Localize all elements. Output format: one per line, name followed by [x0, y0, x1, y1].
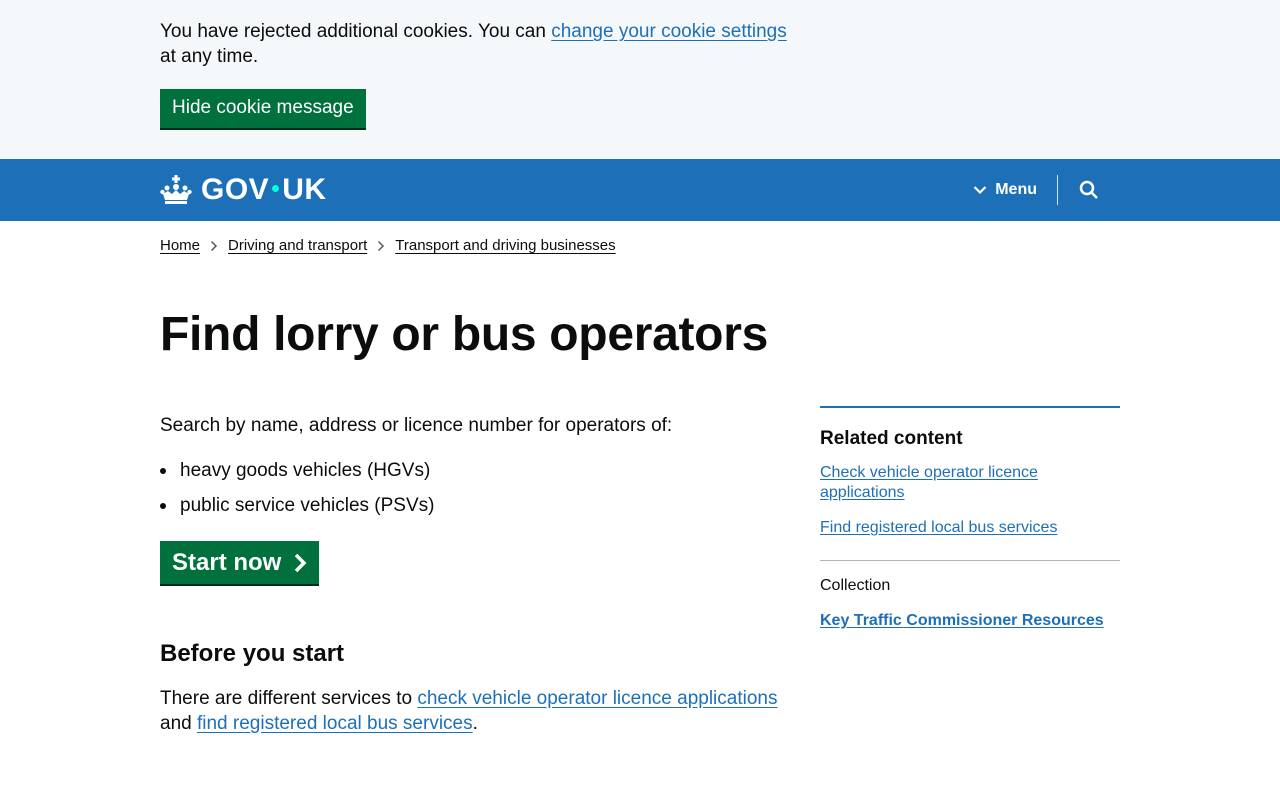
list-item: Key Traffic Commissioner Resources	[820, 611, 1120, 631]
breadcrumb: Home Driving and transport Transport and…	[160, 221, 1120, 254]
menu-label: Menu	[995, 181, 1037, 198]
main-content: Home Driving and transport Transport and…	[160, 221, 1120, 736]
check-applications-link[interactable]: check vehicle operator licence applicati…	[417, 688, 777, 709]
menu-button[interactable]: Menu	[973, 181, 1057, 199]
related-links: Check vehicle operator licence applicati…	[820, 463, 1120, 538]
collection-link-traffic-commissioner[interactable]: Key Traffic Commissioner Resources	[820, 612, 1104, 629]
cookie-banner: You have rejected additional cookies. Yo…	[0, 0, 1280, 159]
related-content: Related content Check vehicle operator l…	[820, 406, 1120, 538]
related-content-heading: Related content	[820, 428, 963, 449]
logo-text-gov: GOV	[201, 173, 270, 206]
find-bus-services-link[interactable]: find registered local bus services	[197, 713, 473, 734]
before-text: and	[160, 713, 197, 734]
list-item: Check vehicle operator licence applicati…	[820, 463, 1120, 503]
sidebar: Related content Check vehicle operator l…	[820, 406, 1120, 736]
govuk-logo-link[interactable]: GOV UK	[160, 173, 327, 207]
site-header: GOV UK Menu	[0, 159, 1280, 221]
search-icon	[1079, 180, 1098, 199]
chevron-right-icon	[295, 553, 307, 572]
before-you-start-heading: Before you start	[160, 640, 345, 667]
header-actions: Menu	[973, 159, 1120, 221]
cookie-message: You have rejected additional cookies. Yo…	[160, 19, 800, 69]
vehicle-type-list: heavy goods vehicles (HGVs) public servi…	[160, 458, 800, 518]
collection-label: Collection	[820, 577, 891, 594]
logo-text-uk: UK	[282, 173, 327, 206]
start-now-label: Start now	[172, 548, 282, 576]
collection-links: Key Traffic Commissioner Resources	[820, 611, 1120, 631]
before-text: .	[472, 713, 478, 734]
list-item: Find registered local bus services	[820, 518, 1120, 538]
cookie-settings-link[interactable]: change your cookie settings	[551, 21, 787, 42]
chevron-down-icon	[973, 186, 987, 195]
breadcrumb-transport-businesses[interactable]: Transport and driving businesses	[395, 237, 615, 254]
breadcrumb-driving-transport[interactable]: Driving and transport	[228, 237, 367, 254]
related-link-check-applications[interactable]: Check vehicle operator licence applicati…	[820, 464, 1038, 501]
logo-dot	[272, 184, 280, 192]
chevron-right-icon	[377, 240, 385, 252]
crown-icon	[160, 175, 192, 204]
chevron-right-icon	[210, 240, 218, 252]
collection-section: Collection Key Traffic Commissioner Reso…	[820, 560, 1120, 631]
hide-cookie-button[interactable]: Hide cookie message	[160, 89, 366, 128]
main-column: Search by name, address or licence numbe…	[160, 406, 800, 736]
cookie-message-text-end: at any time.	[160, 46, 259, 67]
intro-text: Search by name, address or licence numbe…	[160, 415, 673, 436]
before-text: There are different services to	[160, 688, 418, 709]
cookie-message-text: You have rejected additional cookies. Yo…	[160, 21, 552, 42]
list-item: heavy goods vehicles (HGVs)	[160, 458, 800, 483]
header-divider	[1057, 175, 1058, 205]
search-button[interactable]	[1058, 159, 1120, 221]
content-layout: Search by name, address or licence numbe…	[160, 406, 1120, 736]
page-title: Find lorry or bus operators	[160, 308, 768, 361]
before-you-start-text: There are different services to check ve…	[160, 686, 800, 736]
breadcrumb-home[interactable]: Home	[160, 237, 200, 254]
list-item: public service vehicles (PSVs)	[160, 493, 800, 518]
related-link-bus-services[interactable]: Find registered local bus services	[820, 519, 1057, 536]
start-now-button[interactable]: Start now	[160, 541, 320, 584]
